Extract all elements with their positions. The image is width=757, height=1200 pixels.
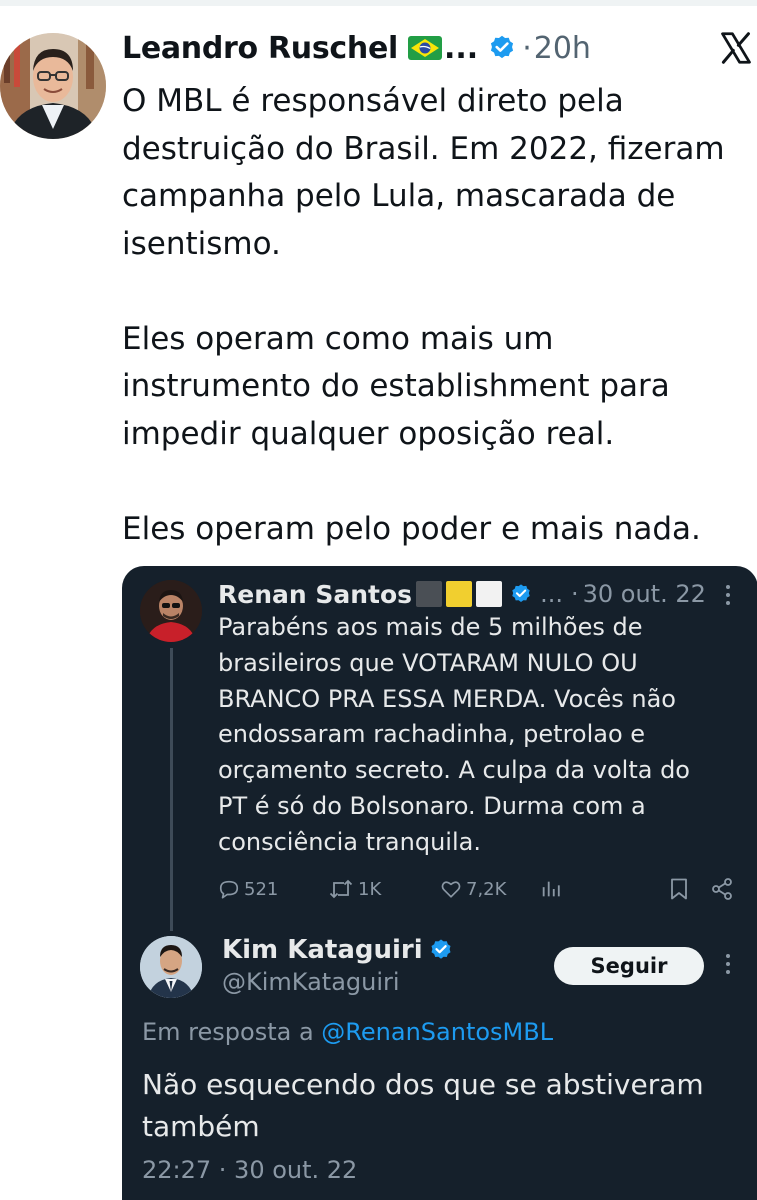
kim-text-line: Não esquecendo dos que se abstiveram [142,1068,704,1101]
reply-count: 521 [244,878,279,900]
share-icon [712,878,732,900]
more-menu-icon[interactable] [722,582,734,608]
thread-connector-line [170,648,173,931]
kim-avatar[interactable] [140,936,202,998]
tweet-text-line: Eles operam pelo poder e mais nada. [122,510,701,547]
reply-button[interactable]: 521 [218,874,278,904]
kim-name[interactable]: Kim Kataguiri [222,935,423,965]
flag-box-icon [476,581,503,607]
reply-context: Em resposta a @RenanSantosMBL [142,1018,553,1046]
bookmark-button[interactable] [668,874,690,904]
retweet-icon [329,879,353,899]
renan-name-ellipsis: ... [540,580,563,608]
kim-text-line: também [142,1110,260,1143]
kim-avatar-image [140,936,202,998]
kim-tweet-text: Não esquecendo dos que se abstiveram tam… [142,1064,742,1148]
renan-separator: · [570,580,579,608]
quoted-header: Renan Santos ... · 30 out. 22 [218,578,706,610]
flag-box-icon [416,581,443,607]
tweet-text-line: destruição do Brasil. Em 2022, fizeram [122,130,725,167]
renan-text-line: PT é só do Bolsonaro. Durma com a [218,791,646,820]
verified-badge-icon [429,938,453,962]
tweet-time[interactable]: 20h [534,31,591,66]
reply-prefix: Em resposta a [142,1018,314,1046]
follow-button[interactable]: Seguir [554,947,704,985]
renan-text-line: consciência tranquila. [218,827,481,856]
verified-badge-icon [510,583,532,605]
renan-text-line: orçamento secreto. A culpa da volta do [218,756,690,785]
tweet-text-line: isentismo. [122,225,281,262]
brazil-flag-icon [407,36,442,60]
quoted-thread-card[interactable]: Renan Santos ... · 30 out. 22 Parabéns a… [122,566,757,1200]
bookmark-icon [671,878,687,900]
heart-icon [441,881,461,898]
renan-text-line: brasileiros que VOTARAM NULO OU [218,648,638,677]
author-avatar[interactable] [0,33,106,139]
views-chart-icon [542,881,560,897]
top-divider [0,0,757,6]
kim-name-row: Kim Kataguiri [222,932,453,968]
author-avatar-image [0,33,106,139]
renan-text-line: Parabéns aos mais de 5 milhões de [218,613,643,641]
tweet-text-line: campanha pelo Lula, mascarada de [122,178,676,214]
renan-avatar[interactable] [140,580,202,642]
reply-icon [219,880,239,899]
kim-handle[interactable]: @KimKataguiri [222,968,400,996]
author-name[interactable]: Leandro Ruschel [122,31,398,66]
renan-tweet-text: Parabéns aos mais de 5 milhões de brasil… [218,610,738,861]
action-bar: 521 1K 7,2K [218,874,738,904]
x-logo-icon[interactable] [718,30,754,66]
tweet-text-line: Eles operam como mais um [122,320,554,357]
like-button[interactable]: 7,2K [440,874,506,904]
verified-badge-icon [488,34,516,62]
retweet-count: 1K [358,878,382,900]
tweet-header: Leandro Ruschel ... · 20h [122,28,591,68]
header-separator: · [522,30,532,66]
reply-mention-link[interactable]: @RenanSantosMBL [321,1018,553,1046]
tweet-text-line: O MBL é responsável direto pela [122,83,624,119]
renan-text-line: BRANCO PRA ESSA MERDA. Vocês não [218,684,676,713]
more-menu-icon[interactable] [722,951,734,977]
tweet-text: O MBL é responsável direto pela destruiç… [122,78,757,553]
renan-avatar-image [140,580,202,642]
views-button[interactable] [540,874,562,904]
share-button[interactable] [710,874,734,904]
renan-name[interactable]: Renan Santos [218,580,412,609]
like-count: 7,2K [466,878,507,900]
renan-date[interactable]: 30 out. 22 [583,580,706,608]
flag-box-icon [446,581,473,607]
tweet-text-line: impedir qualquer oposição real. [122,415,615,452]
name-ellipsis: ... [443,30,479,66]
renan-text-line: endossaram rachadinha, petrolao e [218,720,646,749]
kim-timestamp[interactable]: 22:27 · 30 out. 22 [142,1156,357,1184]
tweet-text-line: instrumento do establishment para [122,368,670,404]
retweet-button[interactable]: 1K [328,874,381,904]
